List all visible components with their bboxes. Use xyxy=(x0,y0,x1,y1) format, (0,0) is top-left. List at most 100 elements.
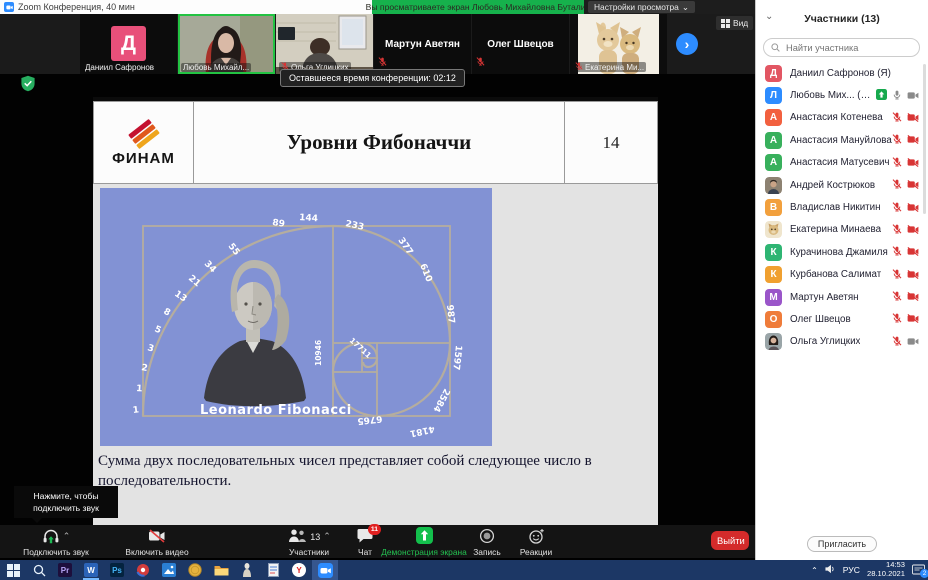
taskbar-figure-app-icon[interactable] xyxy=(234,560,260,580)
taskbar-yandex-browser-icon[interactable]: Y xyxy=(286,560,312,580)
participant-search[interactable] xyxy=(763,38,920,57)
participant-row[interactable]: ААнастасия Котенева xyxy=(756,107,928,129)
invite-button[interactable]: Пригласить xyxy=(807,536,877,552)
video-tile[interactable]: Любовь Михайл... xyxy=(178,14,275,74)
share-screen-button[interactable]: Демонстрация экрана xyxy=(371,528,477,557)
participant-row[interactable]: Екатерина Минаева xyxy=(756,219,928,241)
taskbar-photos-icon[interactable] xyxy=(156,560,182,580)
reactions-button[interactable]: Реакции xyxy=(512,528,560,557)
participants-panel-title: Участники (13) xyxy=(756,13,928,25)
leave-meeting-button[interactable]: Выйти xyxy=(711,531,749,550)
camera-off-icon[interactable] xyxy=(907,288,919,306)
mic-muted-icon[interactable] xyxy=(892,109,902,127)
mic-muted-icon[interactable] xyxy=(892,199,902,217)
volume-icon[interactable] xyxy=(825,564,836,576)
security-shield-icon[interactable] xyxy=(20,75,36,97)
taskbar-file-explorer-icon[interactable] xyxy=(208,560,234,580)
notification-badge: 2 xyxy=(920,569,928,578)
camera-off-icon[interactable] xyxy=(907,310,919,328)
record-button[interactable]: Запись xyxy=(465,528,509,557)
chevron-up-icon[interactable]: ⌃ xyxy=(323,531,331,542)
mic-muted-icon[interactable] xyxy=(892,131,902,149)
taskbar-start-button-icon[interactable] xyxy=(0,560,26,580)
svg-text:233: 233 xyxy=(344,219,364,233)
taskbar-zoom-icon[interactable] xyxy=(312,560,338,580)
tray-date: 28.10.2021 xyxy=(867,570,905,579)
mic-on-icon[interactable] xyxy=(892,87,902,105)
taskbar-photoshop-icon[interactable]: Ps xyxy=(104,560,130,580)
mic-muted-icon[interactable] xyxy=(892,176,902,194)
video-tile-name: Мартун Аветян xyxy=(374,14,471,74)
mic-muted-icon[interactable] xyxy=(892,266,902,284)
finam-logo-icon xyxy=(127,119,161,149)
participant-row[interactable]: ААнастасия Мануйлова xyxy=(756,129,928,151)
video-tile[interactable]: Олег Швецов xyxy=(472,14,569,74)
view-settings-button[interactable]: Настройки просмотра ⌄ xyxy=(588,1,695,13)
video-tile[interactable]: ДДаниил Сафронов xyxy=(80,14,177,74)
video-tile[interactable]: Екатерина Ми... xyxy=(570,14,667,74)
notification-center-icon[interactable]: 2 xyxy=(912,564,925,576)
camera-off-icon[interactable] xyxy=(907,109,919,127)
svg-text:987: 987 xyxy=(444,304,456,324)
system-tray: ⌃ РУС 14:53 28.10.2021 2 xyxy=(811,560,925,580)
participant-row[interactable]: ЛЛюбовь Мих... (Организатор) xyxy=(756,84,928,106)
taskbar-coin-app-icon[interactable] xyxy=(182,560,208,580)
camera-on-icon[interactable] xyxy=(907,87,919,105)
taskbar-word-icon[interactable]: W xyxy=(78,560,104,580)
camera-off-icon[interactable] xyxy=(907,243,919,261)
participant-row[interactable]: ДДаниил Сафронов (Я) xyxy=(756,62,928,84)
participant-row[interactable]: ВВладислав Никитин xyxy=(756,196,928,218)
mic-muted-icon[interactable] xyxy=(892,333,902,351)
language-indicator[interactable]: РУС xyxy=(843,565,860,575)
slide-header: ФИНАМ Уровни Фибоначчи 14 xyxy=(93,101,658,184)
camera-off-icon[interactable] xyxy=(907,131,919,149)
participant-initial-avatar: О xyxy=(765,311,782,328)
svg-text:13: 13 xyxy=(172,289,188,304)
participant-initial-avatar: К xyxy=(765,266,782,283)
camera-off-icon[interactable] xyxy=(907,221,919,239)
taskbar-search-icon[interactable] xyxy=(26,560,52,580)
participant-row[interactable]: Ольга Углицких xyxy=(756,331,928,353)
camera-off-icon[interactable] xyxy=(907,154,919,172)
video-tile[interactable]: Мартун Аветян xyxy=(374,14,471,74)
participant-row[interactable]: ММартун Аветян xyxy=(756,286,928,308)
participant-name: Даниил Сафронов (Я) xyxy=(790,68,891,79)
mic-muted-icon[interactable] xyxy=(892,310,902,328)
share-screen-icon xyxy=(416,527,433,546)
video-tile[interactable]: Ольга Углицких xyxy=(276,14,373,74)
participant-name: Олег Швецов xyxy=(790,314,851,325)
start-video-button[interactable]: Включить видео xyxy=(114,528,200,557)
camera-off-icon[interactable] xyxy=(907,176,919,194)
tray-expand-icon[interactable]: ⌃ xyxy=(811,566,818,575)
svg-text:1597: 1597 xyxy=(450,345,463,371)
view-mode-button[interactable]: Вид xyxy=(716,16,753,30)
video-tile-name: Олег Швецов xyxy=(472,14,569,74)
camera-on-icon[interactable] xyxy=(907,333,919,351)
mic-muted-icon[interactable] xyxy=(892,221,902,239)
search-icon xyxy=(771,43,780,52)
mic-muted-icon[interactable] xyxy=(892,288,902,306)
participant-row[interactable]: ААнастасия Матусевич xyxy=(756,152,928,174)
fibonacci-caption: Leonardo Fibonacci xyxy=(200,403,352,418)
svg-text:1: 1 xyxy=(132,405,139,416)
next-participants-button[interactable]: › xyxy=(676,33,698,55)
join-audio-button[interactable]: ⌃Подключить звук xyxy=(8,528,104,557)
participant-row[interactable]: О Олег Швецов xyxy=(756,308,928,330)
taskbar-premiere-icon[interactable]: Pr xyxy=(52,560,78,580)
clock[interactable]: 14:53 28.10.2021 xyxy=(867,561,905,578)
taskbar-doc-app-icon[interactable] xyxy=(260,560,286,580)
participant-row[interactable]: Андрей Кострюков xyxy=(756,174,928,196)
camera-off-icon[interactable] xyxy=(907,266,919,284)
participant-row[interactable]: ККурбанова Салимат xyxy=(756,264,928,286)
taskbar-media-app-icon[interactable] xyxy=(130,560,156,580)
camera-off-icon[interactable] xyxy=(907,199,919,217)
participants-scrollbar[interactable] xyxy=(923,64,926,214)
chevron-up-icon[interactable]: ⌃ xyxy=(63,531,71,542)
toolbar-button-label: Запись xyxy=(473,547,500,557)
search-input[interactable] xyxy=(784,42,912,54)
video-tile-label: Любовь Михайл... xyxy=(181,63,251,72)
mic-muted-icon[interactable] xyxy=(892,243,902,261)
participant-row[interactable]: ККурачинова Джамиля xyxy=(756,241,928,263)
participants-button[interactable]: 13⌃Участники xyxy=(280,528,338,557)
mic-muted-icon[interactable] xyxy=(892,154,902,172)
